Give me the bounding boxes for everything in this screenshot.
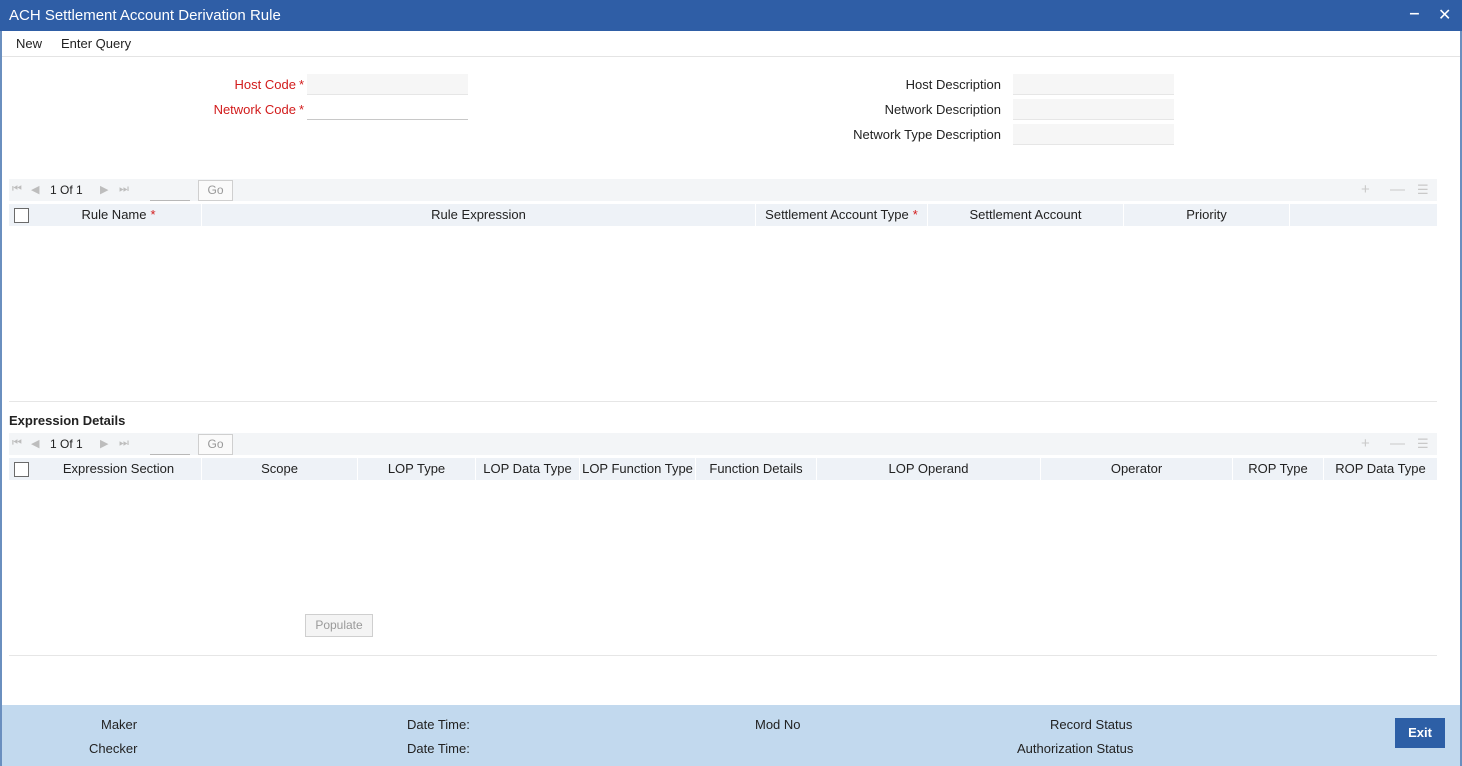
add-row-icon[interactable]: +: [1361, 181, 1370, 198]
page-number-input[interactable]: [150, 436, 190, 455]
last-page-icon[interactable]: ⏭: [119, 437, 129, 450]
host-code-label: Host Code *: [234, 77, 304, 92]
col-rule-name[interactable]: Rule Name *: [36, 204, 202, 226]
rules-grid-divider: [9, 401, 1437, 402]
go-button[interactable]: Go: [198, 180, 233, 201]
window-left-border: [0, 31, 2, 766]
delete-row-icon[interactable]: —: [1390, 181, 1405, 198]
last-page-icon[interactable]: ⏭: [119, 183, 129, 196]
populate-button[interactable]: Populate: [305, 614, 373, 637]
page-indicator: 1 Of 1: [50, 437, 83, 451]
next-page-icon[interactable]: ▶: [100, 437, 108, 450]
mod-no-label: Mod No: [755, 717, 801, 732]
col-rule-expression[interactable]: Rule Expression: [202, 204, 756, 226]
col-lop-type[interactable]: LOP Type: [358, 458, 476, 480]
host-description-label: Host Description: [905, 77, 1001, 92]
delete-row-icon[interactable]: —: [1390, 435, 1405, 452]
menu-enter-query[interactable]: Enter Query: [61, 36, 131, 51]
menu-new[interactable]: New: [16, 36, 42, 51]
checker-date-time-label: Date Time:: [407, 741, 470, 756]
network-description-label: Network Description: [884, 102, 1001, 117]
maker-label: Maker: [101, 717, 138, 732]
network-type-description-label: Network Type Description: [853, 127, 1001, 142]
expression-grid-pager: ⏮ ◀ 1 Of 1 ▶ ⏭ Go + — ☰: [9, 433, 1437, 455]
col-rop-data-type[interactable]: ROP Data Type: [1324, 458, 1438, 480]
record-status-label: Record Status: [1050, 717, 1133, 732]
expression-details-title: Expression Details: [9, 413, 126, 428]
col-lop-function-type[interactable]: LOP Function Type: [580, 458, 696, 480]
rules-grid-pager: ⏮ ◀ 1 Of 1 ▶ ⏭ Go + — ☰: [9, 179, 1437, 201]
single-view-icon[interactable]: ☰: [1417, 436, 1429, 452]
select-all-checkbox[interactable]: [14, 462, 29, 477]
page-indicator: 1 Of 1: [50, 183, 83, 197]
col-function-details[interactable]: Function Details: [696, 458, 817, 480]
authorization-status-label: Authorization Status: [1017, 741, 1134, 756]
col-lop-data-type[interactable]: LOP Data Type: [476, 458, 580, 480]
checker-label: Checker: [89, 741, 138, 756]
menu-bar: New Enter Query: [0, 31, 1462, 57]
network-code-label: Network Code *: [213, 102, 304, 117]
col-priority[interactable]: Priority: [1124, 204, 1290, 226]
first-page-icon[interactable]: ⏮: [12, 437, 22, 450]
select-all-checkbox[interactable]: [14, 208, 29, 223]
host-description-field[interactable]: [1013, 74, 1174, 95]
add-row-icon[interactable]: +: [1361, 435, 1370, 452]
exit-button[interactable]: Exit: [1395, 718, 1445, 748]
network-type-description-field[interactable]: [1013, 124, 1174, 145]
network-code-field[interactable]: [307, 99, 468, 120]
col-settlement-account[interactable]: Settlement Account: [928, 204, 1124, 226]
first-page-icon[interactable]: ⏮: [12, 183, 22, 196]
col-lop-operand[interactable]: LOP Operand: [817, 458, 1041, 480]
close-icon[interactable]: ✕: [1438, 5, 1451, 25]
expression-grid-divider: [9, 655, 1437, 656]
window-title: ACH Settlement Account Derivation Rule: [9, 7, 281, 24]
minimize-icon[interactable]: ‒: [1410, 5, 1419, 23]
expression-grid-header: Expression Section Scope LOP Type LOP Da…: [9, 458, 1438, 480]
rules-grid-header: Rule Name * Rule Expression Settlement Ac…: [9, 204, 1437, 226]
maker-date-time-label: Date Time:: [407, 717, 470, 732]
previous-page-icon[interactable]: ◀: [31, 437, 39, 450]
single-view-icon[interactable]: ☰: [1417, 182, 1429, 198]
go-button[interactable]: Go: [198, 434, 233, 455]
col-operator[interactable]: Operator: [1041, 458, 1233, 480]
previous-page-icon[interactable]: ◀: [31, 183, 39, 196]
col-settlement-account-type[interactable]: Settlement Account Type *: [756, 204, 928, 226]
audit-footer: Maker Checker Date Time: Date Time: Mod …: [2, 705, 1460, 766]
page-number-input[interactable]: [150, 182, 190, 201]
host-code-field[interactable]: [307, 74, 468, 95]
network-description-field[interactable]: [1013, 99, 1174, 120]
window-title-bar: ACH Settlement Account Derivation Rule ‒…: [0, 0, 1462, 31]
next-page-icon[interactable]: ▶: [100, 183, 108, 196]
col-expression-section[interactable]: Expression Section: [36, 458, 202, 480]
col-rop-type[interactable]: ROP Type: [1233, 458, 1324, 480]
col-scope[interactable]: Scope: [202, 458, 358, 480]
